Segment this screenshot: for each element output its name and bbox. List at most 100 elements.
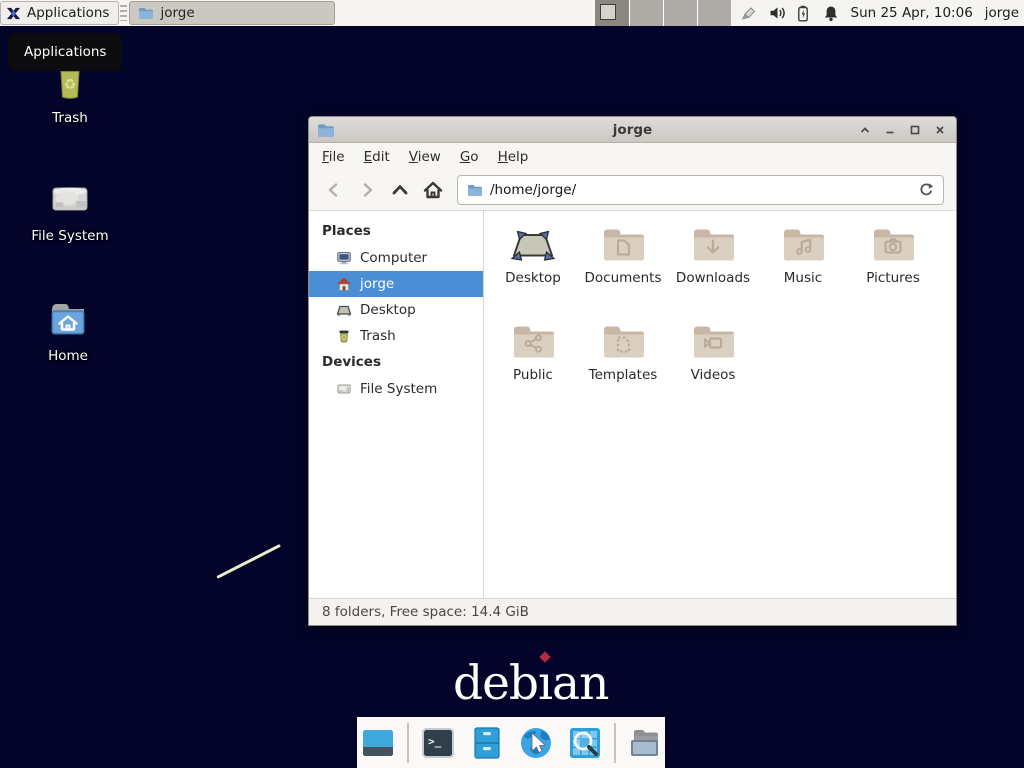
sidebar-item-jorge[interactable]: jorge [309, 271, 483, 297]
pictures-folder-icon [869, 220, 917, 268]
applications-menu-label: Applications [27, 5, 109, 21]
path-folder-icon [467, 182, 483, 198]
file-item-label: Desktop [505, 270, 561, 286]
session-username[interactable]: jorge [985, 5, 1019, 21]
file-item-label: Downloads [676, 270, 750, 286]
svg-text:>_: >_ [428, 735, 442, 748]
public-folder-icon [509, 317, 557, 365]
desktop-icon-label: Home [48, 348, 88, 364]
music-folder-icon [779, 220, 827, 268]
applications-menu-button[interactable]: Applications [0, 1, 119, 25]
logo-text-part1: deb [453, 656, 538, 711]
statusbar: 8 folders, Free space: 14.4 GiB [309, 598, 956, 625]
minimize-button[interactable] [884, 124, 896, 136]
clock[interactable]: Sun 25 Apr, 10:06 [851, 5, 973, 21]
sidebar-item-label: Trash [360, 328, 396, 344]
workspace-2[interactable] [629, 0, 663, 26]
logo-text-part2: an [552, 656, 608, 711]
sidebar-item-trash[interactable]: Trash [309, 323, 483, 349]
taskbar-item[interactable]: jorge [129, 1, 335, 25]
menubar: File Edit View Go Help [309, 143, 956, 170]
home-button[interactable] [416, 175, 449, 205]
back-button[interactable] [317, 175, 350, 205]
folder-icon [138, 5, 154, 21]
file-item-label: Pictures [866, 270, 919, 286]
file-item-label: Videos [691, 367, 736, 383]
workspace-4[interactable] [697, 0, 731, 26]
location-bar[interactable]: /home/jorge/ [457, 175, 944, 205]
show-desktop-launcher[interactable] [358, 723, 398, 763]
menu-go[interactable]: Go [460, 149, 479, 165]
panel-spacer [335, 0, 594, 26]
window-controls [859, 124, 946, 136]
application-finder-icon [565, 723, 605, 763]
desktop-artifact-line [216, 544, 281, 579]
reload-button[interactable] [918, 182, 934, 198]
web-browser-launcher[interactable] [516, 723, 556, 763]
shade-button[interactable] [859, 124, 871, 136]
file-item-desktop[interactable]: Desktop [488, 220, 578, 317]
file-manager-launcher[interactable] [467, 723, 507, 763]
titlebar[interactable]: jorge [309, 117, 956, 143]
folder-stack-icon [625, 723, 665, 763]
x-logo-icon [5, 5, 22, 22]
computer-icon [336, 250, 352, 266]
file-item-label: Public [513, 367, 553, 383]
downloads-folder-icon [689, 220, 737, 268]
sidebar-item-computer[interactable]: Computer [309, 245, 483, 271]
desktop-icon-filesystem[interactable]: File System [24, 174, 116, 244]
file-item-documents[interactable]: Documents [578, 220, 668, 317]
sidebar-item-label: Computer [360, 250, 427, 266]
workspace-window-thumb [600, 4, 616, 20]
up-button[interactable] [383, 175, 416, 205]
forward-button[interactable] [350, 175, 383, 205]
file-item-music[interactable]: Music [758, 220, 848, 317]
home-folder-icon [44, 294, 92, 342]
file-item-label: Templates [589, 367, 658, 383]
close-button[interactable] [934, 124, 946, 136]
home-icon [336, 276, 352, 292]
logo-dotless-i: ı [538, 656, 552, 711]
workspace-1[interactable] [595, 0, 629, 26]
desktop: Applications jorge [0, 0, 1024, 768]
path-text[interactable]: /home/jorge/ [490, 182, 576, 198]
desktop-icon-home[interactable]: Home [22, 294, 114, 364]
desktop-icon-label: Trash [52, 110, 88, 126]
application-finder-launcher[interactable] [565, 723, 605, 763]
file-item-downloads[interactable]: Downloads [668, 220, 758, 317]
sidebar-item-label: Desktop [360, 302, 416, 318]
trash-icon [336, 328, 352, 344]
bottom-dock: >_ [357, 717, 665, 768]
sidebar-item-desktop[interactable]: Desktop [309, 297, 483, 323]
hard-drive-icon [336, 381, 352, 397]
volume-tray-icon[interactable] [769, 5, 786, 21]
menu-help[interactable]: Help [498, 149, 529, 165]
maximize-button[interactable] [909, 124, 921, 136]
svg-text:♻: ♻ [64, 77, 77, 93]
applications-tooltip: Applications [8, 33, 122, 71]
terminal-launcher[interactable]: >_ [418, 723, 458, 763]
templates-folder-icon [599, 317, 647, 365]
places-header: Places [309, 218, 483, 245]
dock-separator [614, 723, 616, 763]
stylus-tray-icon[interactable] [739, 4, 758, 22]
file-item-pictures[interactable]: Pictures [848, 220, 938, 317]
sidebar-item-filesystem[interactable]: File System [309, 376, 483, 402]
menu-edit[interactable]: Edit [364, 149, 390, 165]
documents-folder-icon [599, 220, 647, 268]
workspace-3[interactable] [663, 0, 697, 26]
file-item-label: Music [784, 270, 822, 286]
panel-grip[interactable] [120, 5, 127, 21]
system-tray [739, 0, 839, 26]
menu-file[interactable]: File [322, 149, 345, 165]
file-item-templates[interactable]: Templates [578, 317, 668, 414]
file-item-label: Documents [585, 270, 662, 286]
notifications-bell-icon[interactable] [823, 5, 839, 22]
top-panel: Applications jorge [0, 0, 1024, 26]
file-item-public[interactable]: Public [488, 317, 578, 414]
file-item-videos[interactable]: Videos [668, 317, 758, 414]
menu-view[interactable]: View [409, 149, 441, 165]
directory-menu-launcher[interactable] [625, 723, 665, 763]
sidebar-item-label: File System [360, 381, 437, 397]
battery-tray-icon[interactable] [797, 5, 812, 22]
